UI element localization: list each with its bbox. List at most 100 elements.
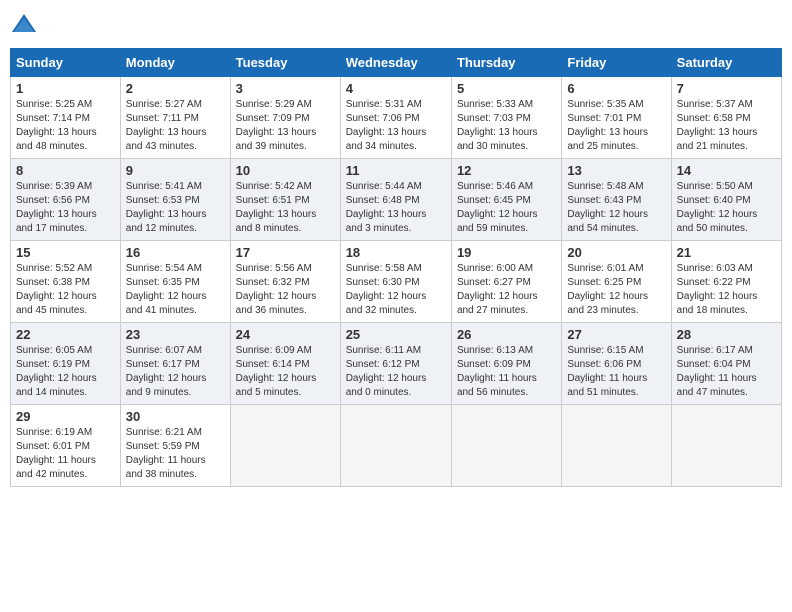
logo-icon	[10, 10, 38, 38]
calendar-cell: 16Sunrise: 5:54 AM Sunset: 6:35 PM Dayli…	[120, 241, 230, 323]
col-header-tuesday: Tuesday	[230, 49, 340, 77]
week-row-2: 8Sunrise: 5:39 AM Sunset: 6:56 PM Daylig…	[11, 159, 782, 241]
day-info: Sunrise: 6:17 AM Sunset: 6:04 PM Dayligh…	[677, 344, 776, 400]
calendar-cell	[671, 405, 781, 487]
calendar-cell	[451, 405, 561, 487]
day-info: Sunrise: 5:41 AM Sunset: 6:53 PM Dayligh…	[126, 180, 225, 236]
calendar-cell	[340, 405, 451, 487]
day-number: 23	[126, 327, 225, 342]
day-number: 27	[567, 327, 665, 342]
day-number: 26	[457, 327, 556, 342]
day-number: 14	[677, 163, 776, 178]
calendar-cell: 22 Sunrise: 6:05 AM Sunset: 6:19 PM Dayli…	[11, 323, 121, 405]
calendar-cell: 23 Sunrise: 6:07 AM Sunset: 6:17 PM Dayli…	[120, 323, 230, 405]
col-header-saturday: Saturday	[671, 49, 781, 77]
calendar-cell: 11 Sunrise: 5:44 AM Sunset: 6:48 PM Dayli…	[340, 159, 451, 241]
day-info: Sunrise: 5:25 AM Sunset: 7:14 PM Dayligh…	[16, 98, 115, 154]
calendar-cell: 18 Sunrise: 5:58 AM Sunset: 6:30 PM Dayli…	[340, 241, 451, 323]
day-info: Sunrise: 6:01 AM Sunset: 6:25 PM Dayligh…	[567, 262, 665, 318]
week-row-3: 15Sunrise: 5:52 AM Sunset: 6:38 PM Dayli…	[11, 241, 782, 323]
day-number: 28	[677, 327, 776, 342]
calendar-cell	[230, 405, 340, 487]
calendar-cell: 13 Sunrise: 5:48 AM Sunset: 6:43 PM Dayli…	[562, 159, 671, 241]
col-header-thursday: Thursday	[451, 49, 561, 77]
calendar-cell: 24 Sunrise: 6:09 AM Sunset: 6:14 PM Dayli…	[230, 323, 340, 405]
day-number: 25	[346, 327, 446, 342]
day-number: 19	[457, 245, 556, 260]
calendar-cell: 1 Sunrise: 5:25 AM Sunset: 7:14 PM Daylig…	[11, 77, 121, 159]
day-info: Sunrise: 6:09 AM Sunset: 6:14 PM Dayligh…	[236, 344, 335, 400]
calendar-cell: 15Sunrise: 5:52 AM Sunset: 6:38 PM Dayli…	[11, 241, 121, 323]
day-info: Sunrise: 5:48 AM Sunset: 6:43 PM Dayligh…	[567, 180, 665, 236]
day-info: Sunrise: 6:03 AM Sunset: 6:22 PM Dayligh…	[677, 262, 776, 318]
col-header-wednesday: Wednesday	[340, 49, 451, 77]
calendar-cell: 20 Sunrise: 6:01 AM Sunset: 6:25 PM Dayli…	[562, 241, 671, 323]
calendar-cell: 7 Sunrise: 5:37 AM Sunset: 6:58 PM Daylig…	[671, 77, 781, 159]
day-info: Sunrise: 6:13 AM Sunset: 6:09 PM Dayligh…	[457, 344, 556, 400]
logo	[10, 10, 42, 38]
day-number: 12	[457, 163, 556, 178]
calendar-cell: 12 Sunrise: 5:46 AM Sunset: 6:45 PM Dayli…	[451, 159, 561, 241]
day-info: Sunrise: 5:33 AM Sunset: 7:03 PM Dayligh…	[457, 98, 556, 154]
calendar-table: SundayMondayTuesdayWednesdayThursdayFrid…	[10, 48, 782, 487]
day-number: 24	[236, 327, 335, 342]
day-number: 6	[567, 81, 665, 96]
calendar-cell: 21 Sunrise: 6:03 AM Sunset: 6:22 PM Dayli…	[671, 241, 781, 323]
calendar-cell: 28 Sunrise: 6:17 AM Sunset: 6:04 PM Dayli…	[671, 323, 781, 405]
day-info: Sunrise: 5:58 AM Sunset: 6:30 PM Dayligh…	[346, 262, 446, 318]
calendar-cell: 29 Sunrise: 6:19 AM Sunset: 6:01 PM Dayli…	[11, 405, 121, 487]
day-number: 5	[457, 81, 556, 96]
day-number: 11	[346, 163, 446, 178]
day-info: Sunrise: 5:50 AM Sunset: 6:40 PM Dayligh…	[677, 180, 776, 236]
day-number: 9	[126, 163, 225, 178]
calendar-cell: 30 Sunrise: 6:21 AM Sunset: 5:59 PM Dayli…	[120, 405, 230, 487]
day-number: 4	[346, 81, 446, 96]
day-info: Sunrise: 5:44 AM Sunset: 6:48 PM Dayligh…	[346, 180, 446, 236]
calendar-cell: 6 Sunrise: 5:35 AM Sunset: 7:01 PM Daylig…	[562, 77, 671, 159]
day-number: 17	[236, 245, 335, 260]
day-number: 21	[677, 245, 776, 260]
day-info: Sunrise: 6:19 AM Sunset: 6:01 PM Dayligh…	[16, 426, 115, 482]
day-info: Sunrise: 6:07 AM Sunset: 6:17 PM Dayligh…	[126, 344, 225, 400]
day-number: 20	[567, 245, 665, 260]
day-info: Sunrise: 6:15 AM Sunset: 6:06 PM Dayligh…	[567, 344, 665, 400]
calendar-cell: 17 Sunrise: 5:56 AM Sunset: 6:32 PM Dayli…	[230, 241, 340, 323]
day-number: 7	[677, 81, 776, 96]
day-info: Sunrise: 5:35 AM Sunset: 7:01 PM Dayligh…	[567, 98, 665, 154]
day-info: Sunrise: 5:42 AM Sunset: 6:51 PM Dayligh…	[236, 180, 335, 236]
day-info: Sunrise: 6:05 AM Sunset: 6:19 PM Dayligh…	[16, 344, 115, 400]
day-info: Sunrise: 5:27 AM Sunset: 7:11 PM Dayligh…	[126, 98, 225, 154]
calendar-cell: 2Sunrise: 5:27 AM Sunset: 7:11 PM Daylig…	[120, 77, 230, 159]
week-row-4: 22 Sunrise: 6:05 AM Sunset: 6:19 PM Dayli…	[11, 323, 782, 405]
col-header-friday: Friday	[562, 49, 671, 77]
day-number: 18	[346, 245, 446, 260]
calendar-cell: 8Sunrise: 5:39 AM Sunset: 6:56 PM Daylig…	[11, 159, 121, 241]
day-number: 1	[16, 81, 115, 96]
day-info: Sunrise: 6:21 AM Sunset: 5:59 PM Dayligh…	[126, 426, 225, 482]
calendar-cell: 25 Sunrise: 6:11 AM Sunset: 6:12 PM Dayli…	[340, 323, 451, 405]
day-number: 8	[16, 163, 115, 178]
week-row-5: 29 Sunrise: 6:19 AM Sunset: 6:01 PM Dayli…	[11, 405, 782, 487]
col-header-sunday: Sunday	[11, 49, 121, 77]
page-header	[10, 10, 782, 38]
calendar-cell: 26 Sunrise: 6:13 AM Sunset: 6:09 PM Dayli…	[451, 323, 561, 405]
day-number: 13	[567, 163, 665, 178]
day-number: 30	[126, 409, 225, 424]
calendar-cell: 9 Sunrise: 5:41 AM Sunset: 6:53 PM Daylig…	[120, 159, 230, 241]
day-info: Sunrise: 5:37 AM Sunset: 6:58 PM Dayligh…	[677, 98, 776, 154]
day-number: 22	[16, 327, 115, 342]
calendar-cell: 14 Sunrise: 5:50 AM Sunset: 6:40 PM Dayli…	[671, 159, 781, 241]
day-info: Sunrise: 6:00 AM Sunset: 6:27 PM Dayligh…	[457, 262, 556, 318]
day-number: 29	[16, 409, 115, 424]
week-row-1: 1 Sunrise: 5:25 AM Sunset: 7:14 PM Daylig…	[11, 77, 782, 159]
day-number: 3	[236, 81, 335, 96]
col-header-monday: Monday	[120, 49, 230, 77]
day-info: Sunrise: 5:56 AM Sunset: 6:32 PM Dayligh…	[236, 262, 335, 318]
day-info: Sunrise: 5:46 AM Sunset: 6:45 PM Dayligh…	[457, 180, 556, 236]
calendar-cell: 10Sunrise: 5:42 AM Sunset: 6:51 PM Dayli…	[230, 159, 340, 241]
calendar-cell	[562, 405, 671, 487]
day-info: Sunrise: 5:52 AM Sunset: 6:38 PM Dayligh…	[16, 262, 115, 318]
day-info: Sunrise: 6:11 AM Sunset: 6:12 PM Dayligh…	[346, 344, 446, 400]
calendar-cell: 19 Sunrise: 6:00 AM Sunset: 6:27 PM Dayli…	[451, 241, 561, 323]
day-info: Sunrise: 5:31 AM Sunset: 7:06 PM Dayligh…	[346, 98, 446, 154]
